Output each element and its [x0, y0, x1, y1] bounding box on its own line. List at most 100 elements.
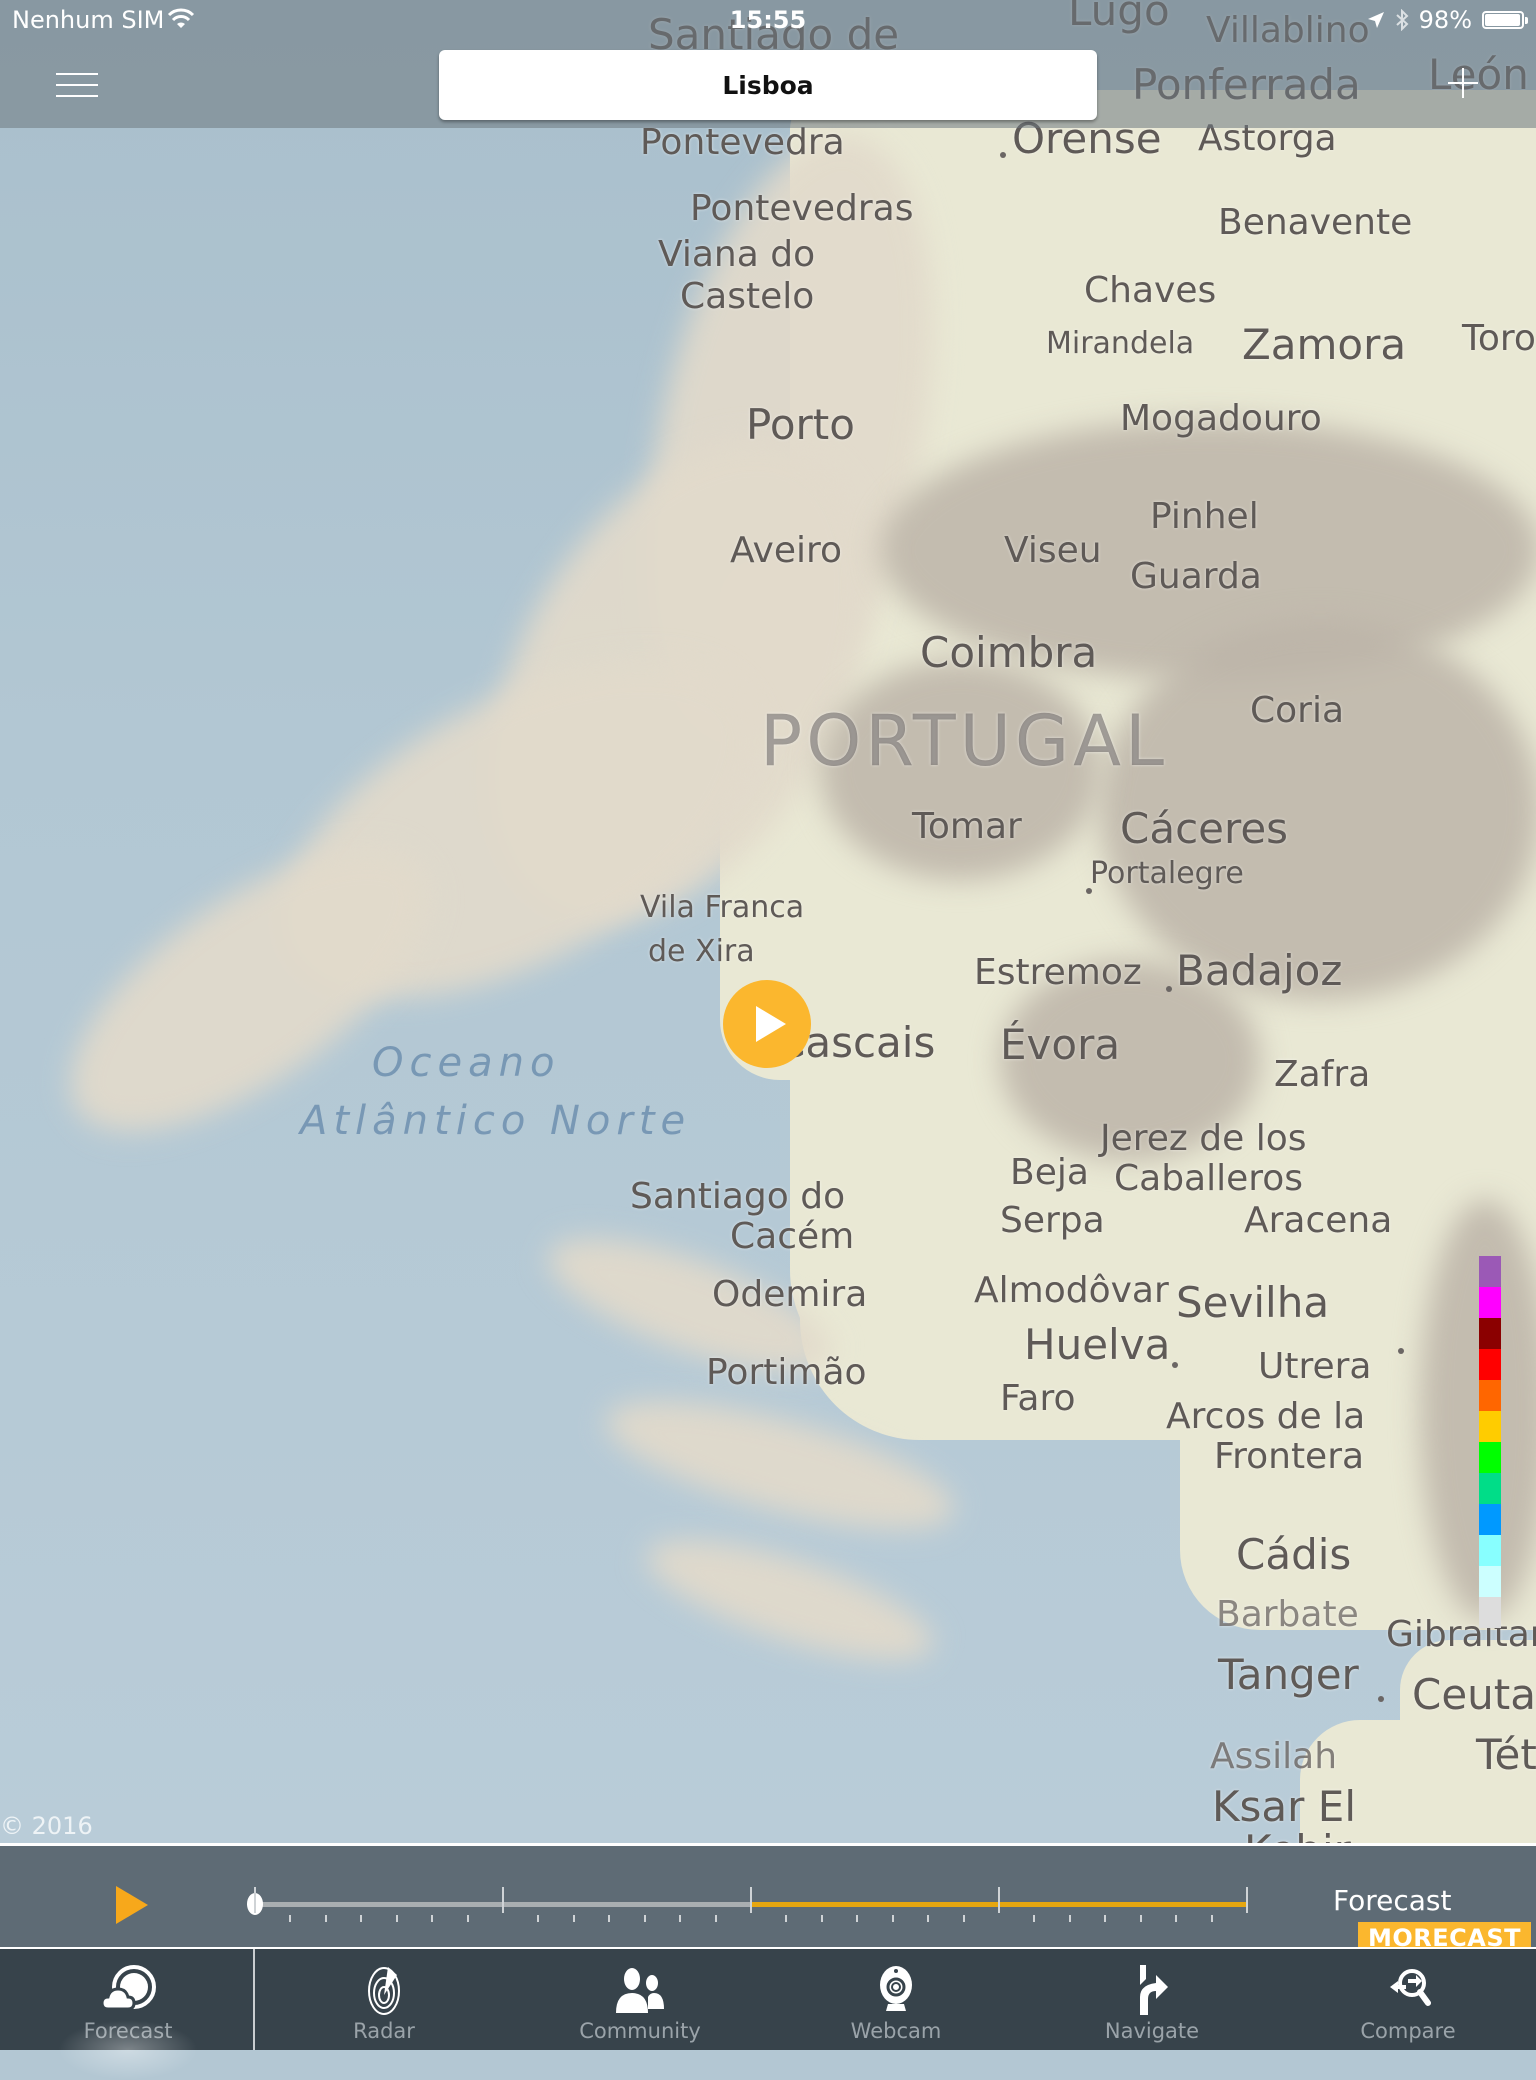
- timeline-minor-tick: [431, 1915, 434, 1922]
- timeline-play-button[interactable]: [116, 1886, 148, 1924]
- bluetooth-icon: [1395, 9, 1409, 31]
- place-label: Cacém: [730, 1216, 855, 1257]
- place-label: Barbate: [1216, 1594, 1359, 1635]
- compare-icon: [1390, 1969, 1431, 2006]
- country-label: PORTUGAL: [760, 700, 1168, 782]
- place-label: Tétouan: [1476, 1730, 1536, 1779]
- place-label: Viseu: [1004, 530, 1102, 571]
- place-label: Estremoz: [974, 952, 1142, 993]
- play-icon: [756, 1006, 786, 1042]
- place-label: Odemira: [712, 1274, 868, 1315]
- timeline-minor-tick: [395, 1915, 398, 1922]
- place-label: Coria: [1250, 690, 1345, 731]
- city-marker: [1172, 1362, 1178, 1368]
- place-label: Assilah: [1210, 1736, 1338, 1777]
- timeline-minor-tick: [1139, 1915, 1142, 1922]
- webcam-icon: [880, 1966, 912, 2011]
- tab-radar[interactable]: Radar: [256, 1949, 512, 2050]
- place-label: Ceuta: [1412, 1670, 1536, 1719]
- timeline-minor-tick: [466, 1915, 469, 1922]
- tab-label: Navigate: [1104, 2019, 1200, 2043]
- place-label: Ksar El: [1212, 1782, 1356, 1831]
- place-label: Zafra: [1274, 1054, 1371, 1095]
- place-label: Toro: [1462, 318, 1536, 359]
- timeline-bar: Forecast MORECAST: [0, 1843, 1536, 1954]
- place-label: Porto: [746, 400, 855, 449]
- legend-swatch: [1479, 1473, 1501, 1504]
- map-play-button[interactable]: [723, 980, 811, 1068]
- location-arrow-icon: [1367, 12, 1384, 28]
- legend-swatch: [1479, 1442, 1501, 1473]
- timeline-minor-tick: [820, 1915, 823, 1922]
- timeline-major-tick: [750, 1887, 752, 1913]
- tab-label: Compare: [1360, 2019, 1456, 2043]
- timeline-minor-tick: [1175, 1915, 1178, 1922]
- timeline-minor-tick: [608, 1915, 611, 1922]
- timeline-minor-tick: [927, 1915, 930, 1922]
- place-label: Arcos de la: [1166, 1396, 1366, 1437]
- tab-compare[interactable]: Compare: [1280, 1949, 1536, 2050]
- timeline-minor-tick: [289, 1915, 292, 1922]
- place-label: Zamora: [1242, 320, 1407, 369]
- place-label: Almodôvar: [974, 1270, 1169, 1311]
- legend-swatch: [1479, 1318, 1501, 1349]
- place-label: Portimão: [706, 1352, 867, 1393]
- legend-swatch: [1479, 1597, 1501, 1628]
- place-label: Sevilha: [1176, 1278, 1330, 1327]
- tab-navigate[interactable]: Navigate: [1024, 1949, 1280, 2050]
- city-marker: [1166, 986, 1172, 992]
- timeline-major-tick: [502, 1887, 504, 1913]
- ocean-label: Atlântico Norte: [300, 1098, 692, 1144]
- location-search[interactable]: Lisboa: [439, 50, 1097, 120]
- tab-label: Community: [579, 2019, 701, 2043]
- legend-swatch: [1479, 1504, 1501, 1535]
- city-marker: [1086, 888, 1092, 894]
- battery-icon: [1482, 11, 1528, 29]
- place-label: Cáceres: [1120, 804, 1289, 853]
- timeline-major-tick: [254, 1887, 256, 1913]
- status-bar: Nenhum SIM 15:55 98%: [0, 0, 1536, 42]
- status-time: 15:55: [729, 6, 807, 34]
- place-label: Gibraltar: [1386, 1614, 1536, 1655]
- tab-bar: Forecast Radar Community Webcam Navigate…: [0, 1947, 1536, 2080]
- place-label: Viana do: [658, 234, 816, 275]
- hamburger-menu-icon: [56, 73, 98, 75]
- place-label: Pontevedras: [690, 188, 914, 229]
- location-name: Lisboa: [722, 70, 814, 100]
- menu-button[interactable]: [56, 73, 98, 97]
- tab-forecast[interactable]: Forecast: [0, 1949, 256, 2080]
- timeline-minor-tick: [1210, 1915, 1213, 1922]
- tab-label: Forecast: [83, 2019, 173, 2043]
- precipitation-legend: [1479, 1256, 1501, 1628]
- city-marker: [1378, 1696, 1384, 1702]
- tab-webcam[interactable]: Webcam: [768, 1949, 1024, 2050]
- add-location-button[interactable]: [1448, 68, 1478, 98]
- top-bar: Nenhum SIM 15:55 98% Lisboa: [0, 0, 1536, 128]
- place-label: Castelo: [680, 276, 815, 317]
- place-label: Utrera: [1258, 1346, 1372, 1387]
- place-label: Faro: [1000, 1378, 1076, 1419]
- community-icon: [616, 1968, 664, 2013]
- place-label: Portalegre: [1090, 856, 1244, 891]
- timeline-minor-tick: [1104, 1915, 1107, 1922]
- timeline-minor-tick: [785, 1915, 788, 1922]
- legend-swatch: [1479, 1535, 1501, 1566]
- place-label: Beja: [1010, 1152, 1089, 1193]
- timeline-major-tick: [998, 1887, 1000, 1913]
- tab-label: Radar: [353, 2019, 415, 2043]
- place-label: Aracena: [1244, 1200, 1393, 1241]
- tab-label: Webcam: [850, 2019, 942, 2043]
- radar-icon: [368, 1967, 400, 2015]
- timeline-minor-tick: [679, 1915, 682, 1922]
- city-marker: [1000, 152, 1006, 158]
- place-label: Mogadouro: [1120, 398, 1322, 439]
- tab-community[interactable]: Community: [512, 1949, 768, 2050]
- place-label: Vila Franca: [640, 890, 805, 925]
- place-label: Pontevedra: [640, 122, 845, 163]
- place-label: Jerez de los: [1100, 1118, 1307, 1159]
- place-label: Caballeros: [1114, 1158, 1304, 1199]
- timeline-slider[interactable]: [247, 1887, 1248, 1922]
- weather-map[interactable]: Oceano Atlântico Norte PORTUGAL Santiago…: [0, 0, 1536, 1845]
- place-label: Badajoz: [1176, 946, 1343, 995]
- legend-swatch: [1479, 1256, 1501, 1287]
